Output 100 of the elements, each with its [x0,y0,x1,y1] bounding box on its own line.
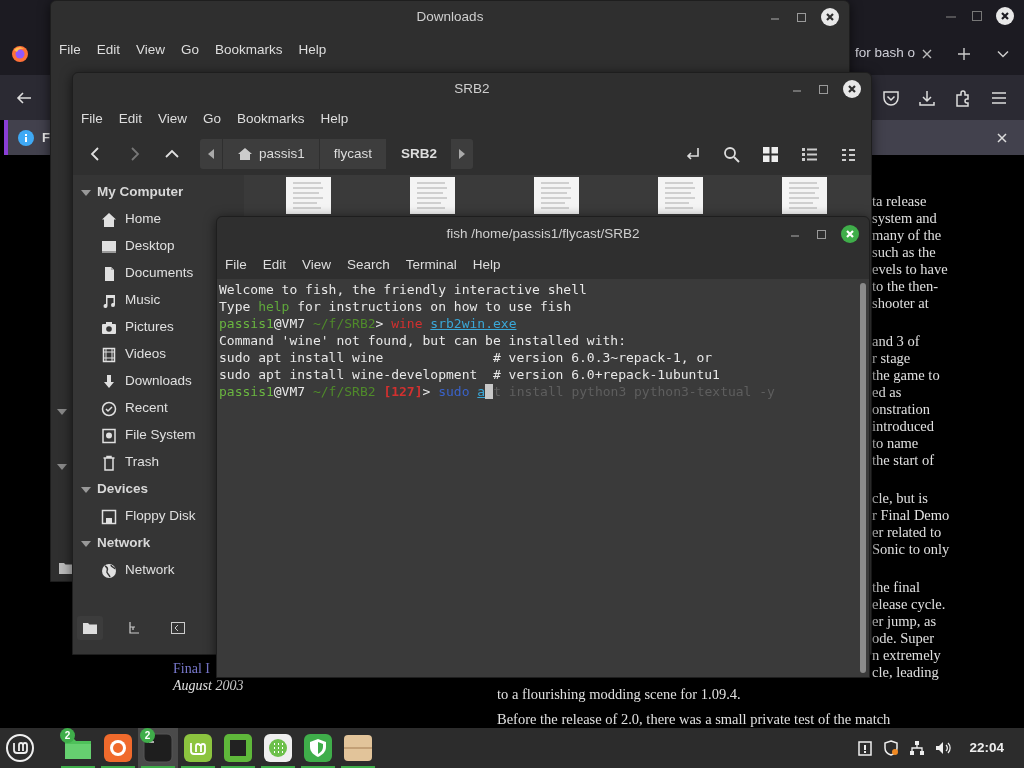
caret-left-icon[interactable] [207,149,215,159]
sidebar-item[interactable]: Pictures [73,314,176,341]
sidebar-section-header[interactable]: Network [73,530,153,557]
plus-icon[interactable] [957,46,971,61]
menu-item[interactable]: Bookmarks [215,39,283,61]
menu-item[interactable]: Edit [262,254,287,276]
close-icon[interactable] [841,225,859,243]
sidebar-section-header[interactable]: Devices [73,476,151,503]
document-thumbnail[interactable] [286,177,331,214]
menu-item[interactable]: Help [298,39,327,61]
volume-icon[interactable] [935,740,952,756]
maximize-icon[interactable] [795,11,807,23]
menu-item[interactable]: Search [347,254,390,276]
sidebar-item[interactable]: Floppy Disk [73,503,198,530]
sidebar-item[interactable]: Downloads [73,368,194,395]
text-line: such as the [872,244,937,261]
clipboard-icon[interactable] [857,740,874,756]
info-icon [18,129,34,146]
caret-icon[interactable] [57,464,67,472]
caret-right-icon[interactable] [458,149,467,159]
sidebar-item[interactable]: Documents [73,260,196,287]
menu-item[interactable]: View [158,108,188,130]
tab-title[interactable]: for bash o [854,43,915,64]
terminal-line: sudo apt install wine-development # version 6.0+repack-1ubuntu1 [219,366,721,383]
menu-item[interactable]: Terminal [405,254,457,276]
puzzle-icon[interactable] [954,88,972,107]
caret-icon[interactable] [57,409,67,417]
document-thumbnail[interactable] [534,177,579,214]
shield-alert-icon[interactable] [883,740,900,756]
film-icon [101,346,117,363]
window-title: fish /home/passis1/flycast/SRB2 [446,224,640,243]
sidebar-item[interactable]: Videos [73,341,169,368]
menu-item[interactable]: View [136,39,166,61]
terminal-icon[interactable] [143,733,173,763]
browser-logo-icon[interactable] [11,44,29,63]
dotted-grid-icon[interactable] [263,733,293,763]
text-line: ode. Super [872,630,935,647]
menu-item[interactable]: View [302,254,332,276]
text-line: er related to [872,524,943,541]
menu-item[interactable]: Help [320,108,349,130]
sidebar-item[interactable]: Music [73,287,163,314]
menu-item[interactable]: Help [472,254,501,276]
close-icon[interactable] [843,80,861,98]
close-icon[interactable] [996,7,1014,25]
sidebar-item[interactable]: Network [73,557,177,584]
drive-icon [101,427,117,444]
maximize-icon[interactable] [815,228,827,240]
text-line: evels to have [872,261,949,278]
check-circle-icon [101,400,117,417]
menu-item[interactable]: File [225,254,247,276]
browser-icon[interactable] [103,733,133,763]
tree-icon[interactable] [128,622,140,634]
close-icon[interactable] [996,131,1008,144]
app-square-icon[interactable] [223,733,253,763]
text-line: shooter at [872,295,930,312]
menu-item[interactable]: Go [203,108,222,130]
leaf-logo-icon[interactable] [183,733,213,763]
camera-icon [101,319,117,336]
sidebar-item[interactable]: Trash [73,449,161,476]
menu-item[interactable]: File [59,39,81,61]
document-thumbnail[interactable] [410,177,455,214]
search-icon[interactable] [723,145,740,163]
close-icon[interactable] [921,47,933,60]
sidebar-item[interactable]: Recent [73,395,170,422]
clock[interactable]: 22:04 [969,737,1004,759]
trash-icon [101,454,117,471]
scroll-right-button[interactable] [451,139,474,169]
terminal-line: Type help for instructions on how to use fish [219,298,573,315]
network-icon[interactable] [909,740,926,756]
sidebar-item[interactable]: Desktop [73,233,177,260]
scroll-left-button[interactable] [200,139,222,169]
sidebar-item[interactable]: File System [73,422,198,449]
shield-icon[interactable] [303,733,333,763]
grid-view-icon[interactable] [762,145,779,163]
maximize-icon[interactable] [817,83,829,95]
menu-item[interactable]: Bookmarks [237,108,305,130]
close-icon[interactable] [821,8,839,26]
panel-icon[interactable] [171,622,185,634]
path-button[interactable]: flycast [318,139,387,169]
text-line: n extremely [872,647,942,664]
scrollbar[interactable] [860,283,866,673]
start-menu-icon[interactable] [5,733,35,763]
places-button[interactable] [77,616,103,640]
package-icon[interactable] [343,733,373,763]
menu-item[interactable]: Go [181,39,200,61]
folder-icon[interactable] [59,562,73,574]
folder-icon[interactable] [83,622,97,634]
path-button[interactable]: passis1 [222,139,319,169]
sidebar-item[interactable]: Home [73,206,163,233]
article-link[interactable]: Final I [173,660,210,677]
monitor-icon [101,238,117,255]
list-view-icon[interactable] [801,145,818,163]
document-thumbnail[interactable] [782,177,827,214]
document-thumbnail[interactable] [658,177,703,214]
download-icon[interactable] [918,88,936,107]
maximize-icon[interactable] [970,9,984,23]
menu-item[interactable]: File [81,108,103,130]
menu-item[interactable]: Edit [118,108,143,130]
menu-item[interactable]: Edit [96,39,121,61]
sidebar-section-header[interactable]: My Computer [73,179,186,206]
